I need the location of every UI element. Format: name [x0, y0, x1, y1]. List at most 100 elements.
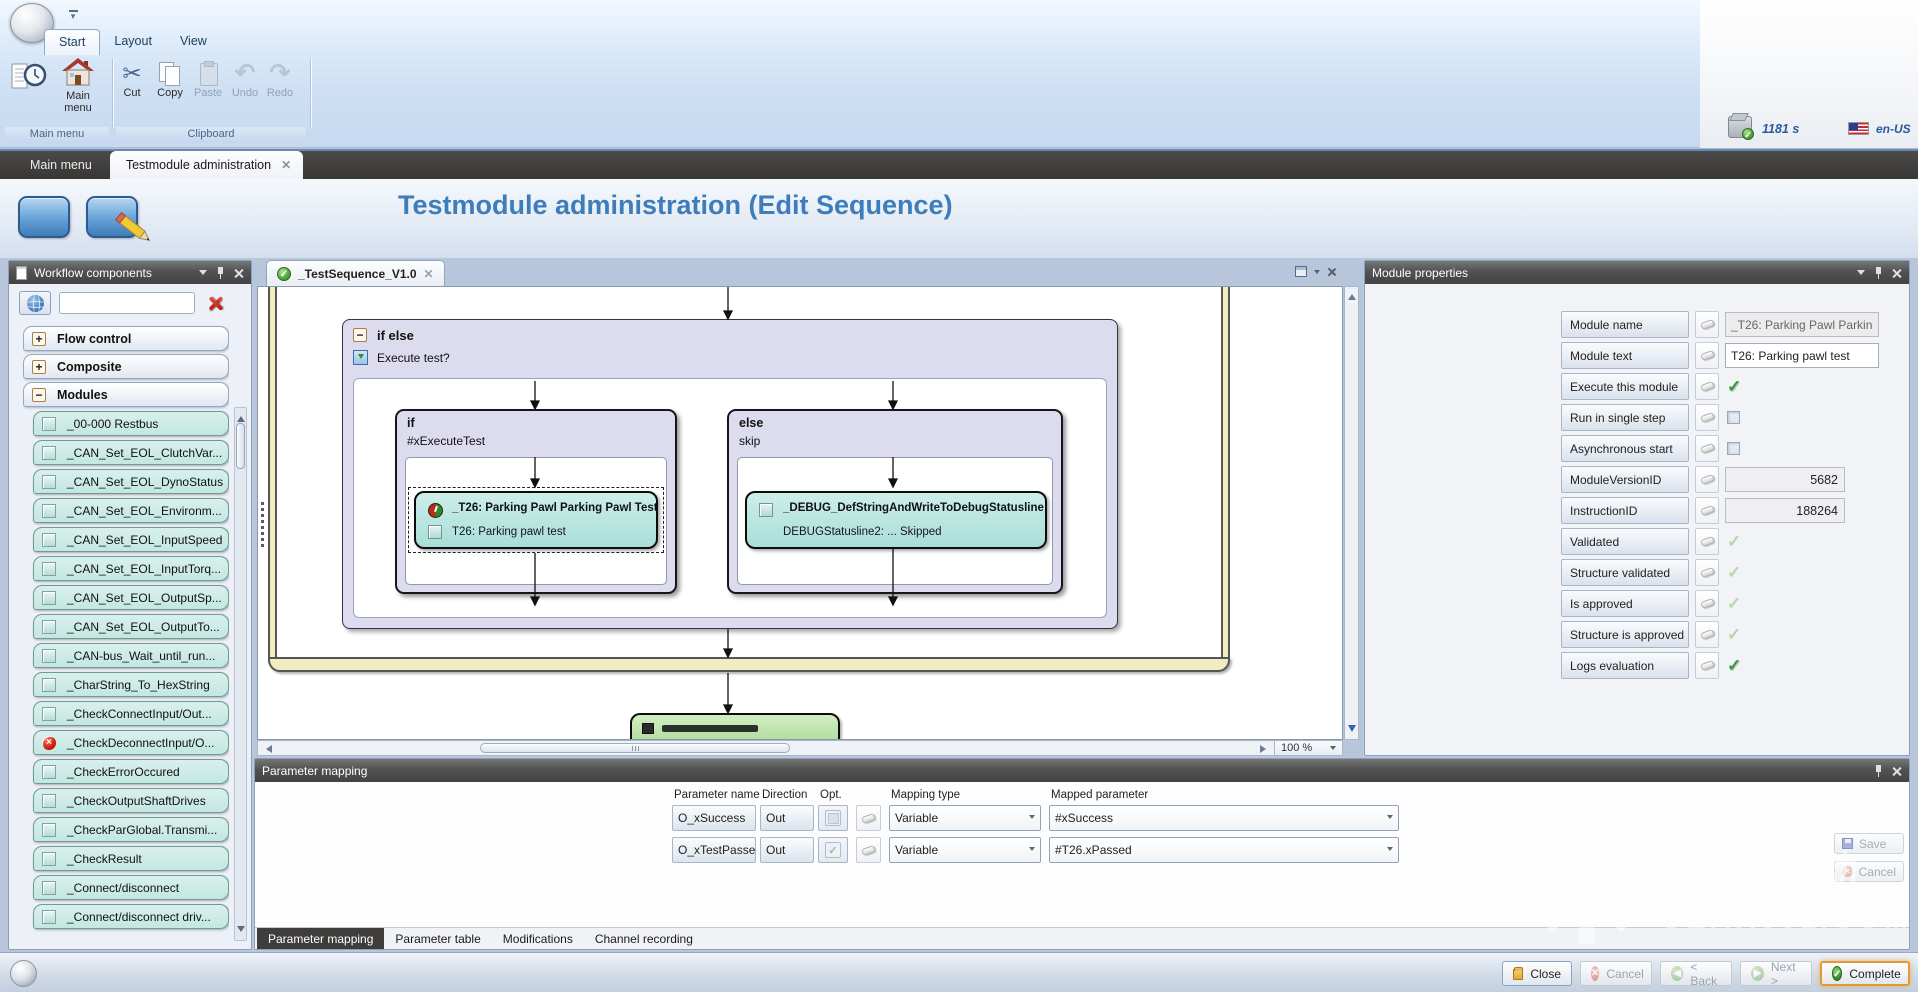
optional-checkbox[interactable]: [825, 810, 841, 826]
direction-cell[interactable]: Out: [760, 837, 814, 863]
cancel-button[interactable]: ✕ Cancel: [1580, 961, 1652, 986]
mapping-tab[interactable]: Parameter mapping: [257, 928, 384, 949]
scroll-up-icon[interactable]: [1348, 290, 1356, 300]
module-list-item[interactable]: _CAN_Set_EOL_OutputSp...: [33, 585, 229, 610]
eraser-button[interactable]: [1695, 528, 1719, 555]
scroll-up-icon[interactable]: [237, 412, 245, 422]
tree-scrollbar[interactable]: [234, 407, 247, 941]
window-layout-icon[interactable]: [1295, 266, 1307, 277]
close-icon[interactable]: [1892, 766, 1902, 776]
next-module-node-clipped[interactable]: [630, 713, 840, 740]
mapping-tab[interactable]: Parameter table: [384, 928, 491, 949]
tree-group-header[interactable]: + Composite: [23, 354, 229, 379]
property-label-button[interactable]: Is approved: [1561, 590, 1689, 617]
clipboard-button[interactable]: Undo: [231, 60, 259, 99]
checkbox[interactable]: [1727, 411, 1740, 424]
property-label-button[interactable]: ModuleVersionID: [1561, 466, 1689, 493]
expand-toggle-icon[interactable]: −: [32, 388, 46, 402]
complete-button[interactable]: ✓ Complete: [1820, 961, 1910, 986]
scrollbar-thumb[interactable]: [480, 743, 790, 753]
main-menu-button[interactable]: Main menu: [52, 58, 104, 114]
save-button[interactable]: Save: [1834, 833, 1904, 854]
module-list-item[interactable]: _CheckErrorOccured: [33, 759, 229, 784]
diagram-viewport[interactable]: − if else Execute test? if #xExecuteTest…: [257, 286, 1343, 740]
checkmark-icon[interactable]: ✓: [1727, 377, 1741, 397]
locale-label[interactable]: en-US: [1876, 122, 1911, 136]
tree-group-header[interactable]: − Modules: [23, 382, 229, 407]
clipboard-button[interactable]: Redo: [266, 60, 294, 99]
tab-close-icon[interactable]: ✕: [281, 159, 291, 171]
ribbon-tab[interactable]: Start: [44, 29, 100, 55]
close-icon[interactable]: [1892, 268, 1902, 278]
property-label-button[interactable]: Validated: [1561, 528, 1689, 555]
module-list-item[interactable]: _CheckOutputShaftDrives: [33, 788, 229, 813]
checkbox[interactable]: [1727, 442, 1740, 455]
canvas-vertical-scrollbar[interactable]: [1344, 286, 1359, 740]
debug-module-node[interactable]: _DEBUG_DefStringAndWriteToDebugStatuslin…: [745, 491, 1047, 549]
module-list-item[interactable]: _CAN_Set_EOL_InputSpeed: [33, 527, 229, 552]
eraser-button[interactable]: [856, 837, 881, 863]
scroll-left-icon[interactable]: [262, 745, 272, 753]
checkmark-icon[interactable]: ✓: [1727, 532, 1741, 552]
quick-access-caret-icon[interactable]: ▾: [66, 9, 80, 21]
expand-toggle-icon[interactable]: +: [32, 360, 46, 374]
eraser-button[interactable]: [1695, 559, 1719, 586]
optional-cell[interactable]: [818, 837, 848, 863]
property-label-button[interactable]: InstructionID: [1561, 497, 1689, 524]
us-flag-icon[interactable]: [1848, 122, 1869, 135]
close-button[interactable]: Close: [1502, 961, 1572, 986]
property-label-button[interactable]: Execute this module: [1561, 373, 1689, 400]
module-list-item[interactable]: _CAN_Set_EOL_ClutchVar...: [33, 440, 229, 465]
search-button[interactable]: [19, 291, 51, 315]
scroll-down-icon[interactable]: [1348, 725, 1356, 736]
optional-cell[interactable]: [818, 805, 848, 831]
property-input[interactable]: [1725, 312, 1879, 337]
mapping-tab[interactable]: Modifications: [492, 928, 584, 949]
close-icon[interactable]: [234, 268, 244, 278]
checkmark-icon[interactable]: ✓: [1727, 594, 1741, 614]
property-label-button[interactable]: Structure validated: [1561, 559, 1689, 586]
scrollbar-thumb[interactable]: [236, 423, 245, 469]
clipboard-button[interactable]: Copy: [156, 60, 184, 99]
parameter-name-cell[interactable]: O_xTestPassed: [672, 837, 756, 863]
module-list-item[interactable]: _CheckParGlobal.Transmi...: [33, 817, 229, 842]
property-label-button[interactable]: Structure is approved: [1561, 621, 1689, 648]
mapping-type-dropdown[interactable]: Variable: [889, 837, 1041, 863]
panel-menu-caret-icon[interactable]: [1857, 270, 1865, 279]
module-list-item[interactable]: _Connect/disconnect driv...: [33, 904, 229, 929]
clipboard-button[interactable]: Cut: [118, 60, 146, 99]
document-tab[interactable]: Testmodule administration ✕: [110, 151, 303, 179]
pin-icon[interactable]: [1874, 266, 1883, 279]
eraser-button[interactable]: [1695, 311, 1719, 338]
module-list-item[interactable]: _CAN_Set_EOL_InputTorq...: [33, 556, 229, 581]
eraser-button[interactable]: [856, 805, 881, 831]
module-list-item[interactable]: _CheckResult: [33, 846, 229, 871]
direction-cell[interactable]: Out: [760, 805, 814, 831]
tree-group-header[interactable]: + Flow control: [23, 326, 229, 351]
eraser-button[interactable]: [1695, 373, 1719, 400]
pin-icon[interactable]: [1874, 764, 1883, 777]
mapping-tab[interactable]: Channel recording: [584, 928, 704, 949]
sequence-tab-close-icon[interactable]: ✕: [424, 267, 434, 281]
property-label-button[interactable]: Module name: [1561, 311, 1689, 338]
eraser-button[interactable]: [1695, 497, 1719, 524]
module-list-item[interactable]: _CharString_To_HexString: [33, 672, 229, 697]
module-list-item[interactable]: _CAN-bus_Wait_until_run...: [33, 643, 229, 668]
collapse-toggle-icon[interactable]: −: [353, 328, 367, 342]
eraser-button[interactable]: [1695, 404, 1719, 431]
sequence-tab[interactable]: ✓ _TestSequence_V1.0 ✕: [266, 260, 445, 286]
eraser-button[interactable]: [1695, 342, 1719, 369]
property-label-button[interactable]: Run in single step: [1561, 404, 1689, 431]
mapping-type-dropdown[interactable]: Variable: [889, 805, 1041, 831]
clear-search-button[interactable]: [203, 291, 227, 315]
module-list-item[interactable]: _Connect/disconnect: [33, 875, 229, 900]
property-label-button[interactable]: Logs evaluation: [1561, 652, 1689, 679]
mapping-cancel-button[interactable]: Cancel: [1834, 861, 1904, 882]
ribbon-tab[interactable]: Layout: [100, 29, 166, 55]
checkmark-icon[interactable]: ✓: [1727, 656, 1741, 676]
expand-toggle-icon[interactable]: +: [32, 332, 46, 346]
module-list-item[interactable]: _CheckConnectInput/Out...: [33, 701, 229, 726]
schedule-icon-button[interactable]: [10, 60, 48, 97]
clipboard-button[interactable]: Paste: [194, 60, 222, 99]
property-label-button[interactable]: Module text: [1561, 342, 1689, 369]
